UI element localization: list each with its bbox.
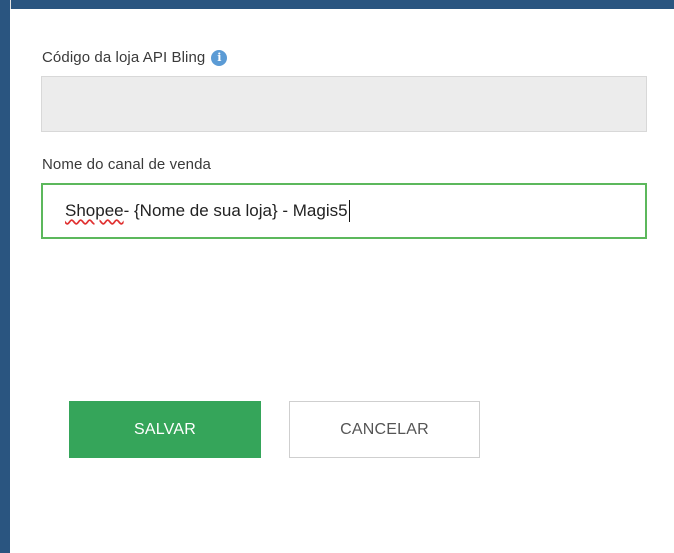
store-code-input[interactable]: [41, 76, 647, 132]
channel-name-label: Nome do canal de venda: [42, 156, 211, 173]
text-caret: [348, 200, 350, 222]
channel-name-value: - {Nome de sua loja} - Magis5: [123, 201, 348, 220]
store-code-label: Código da loja API Bling i: [42, 49, 228, 66]
info-icon[interactable]: i: [211, 49, 228, 66]
cancel-button[interactable]: CANCELAR: [289, 401, 480, 458]
channel-name-value-misspelled: Shopee: [65, 201, 124, 220]
dialog: Código da loja API Bling i Nome do canal…: [10, 9, 674, 553]
channel-name-label-text: Nome do canal de venda: [42, 156, 211, 173]
save-button[interactable]: SALVAR: [69, 401, 261, 458]
channel-name-input[interactable]: Shopee - {Nome de sua loja} - Magis5: [41, 183, 647, 239]
store-code-label-text: Código da loja API Bling: [42, 49, 206, 66]
